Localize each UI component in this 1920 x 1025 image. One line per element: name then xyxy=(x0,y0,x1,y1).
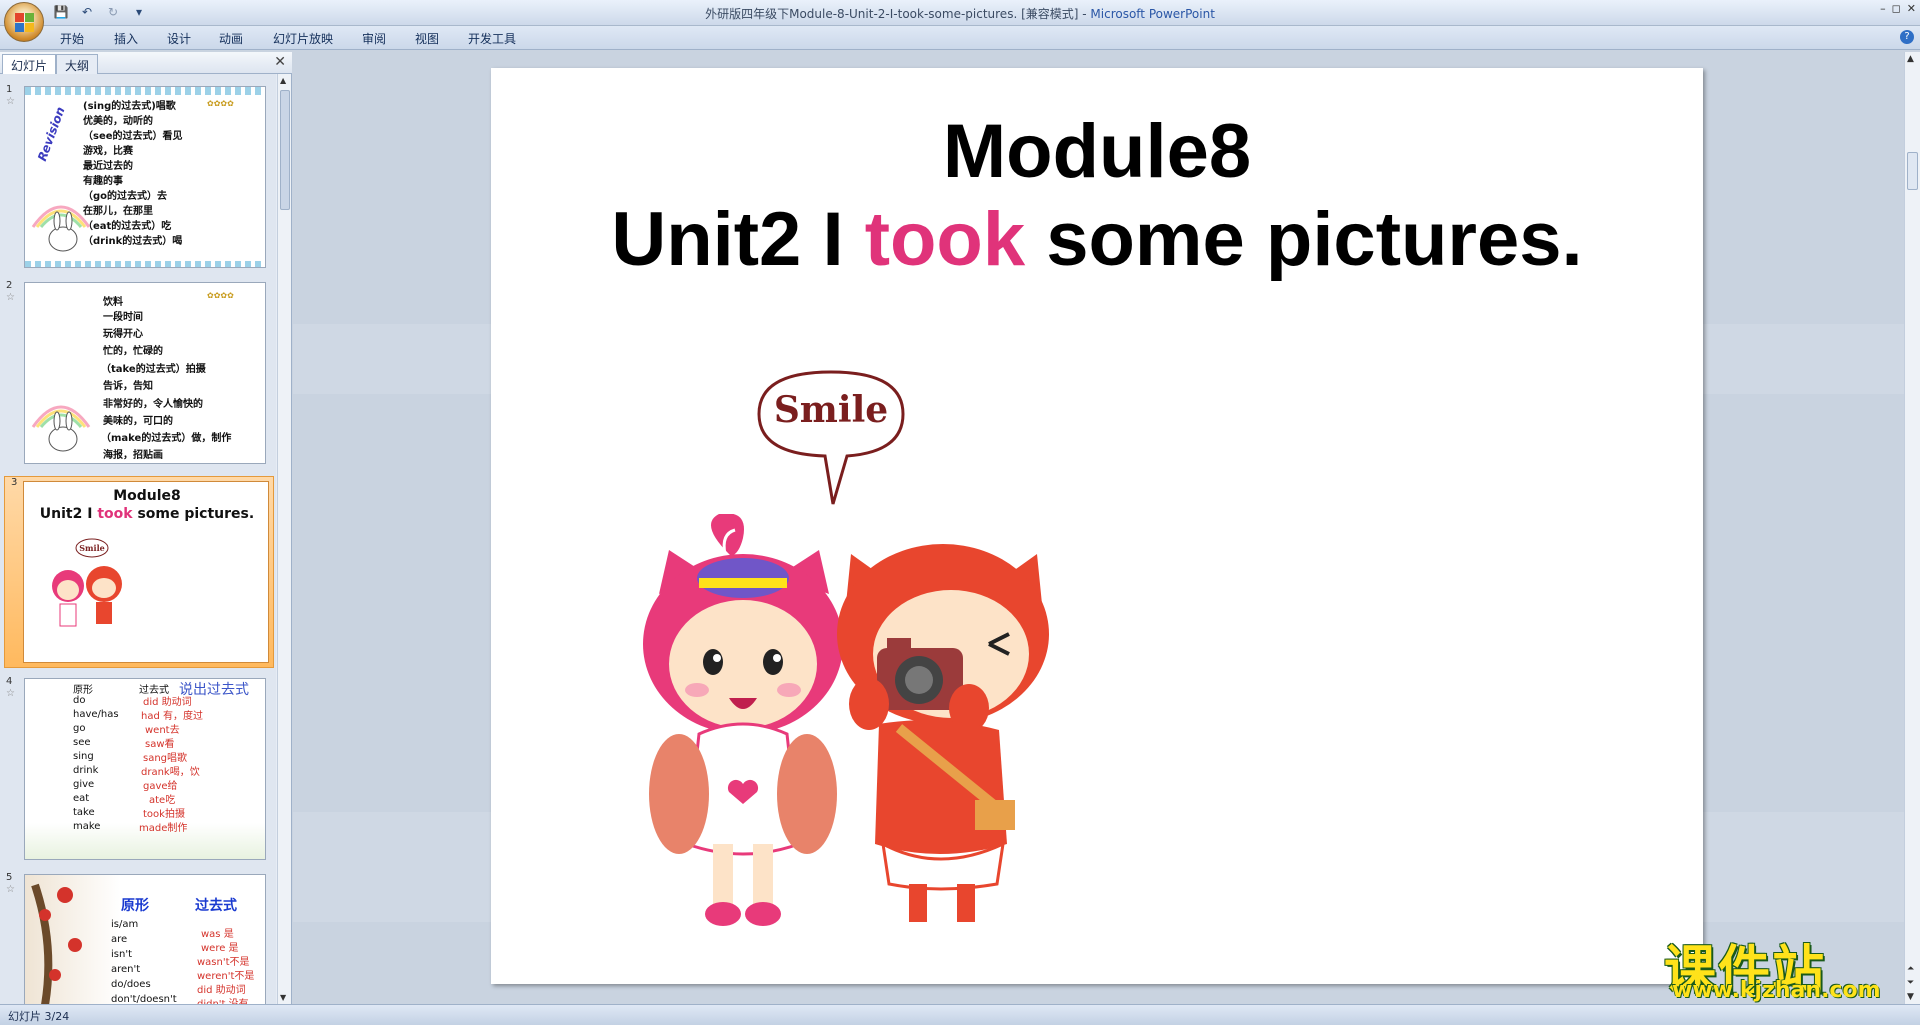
bubble-text: Smile xyxy=(774,389,888,431)
scroll-up-icon[interactable]: ▲ xyxy=(1907,54,1914,64)
window-title: 外研版四年级下Module-8-Unit-2-I-took-some-pictu… xyxy=(705,7,1215,21)
svg-text:Smile: Smile xyxy=(79,543,104,553)
scroll-down-icon[interactable]: ▼ xyxy=(1907,992,1914,1002)
rabbit-illustration-icon xyxy=(31,405,91,452)
tab-home[interactable]: 开始 xyxy=(60,30,84,47)
slide-counter: 幻灯片 3/24 xyxy=(8,1010,70,1023)
slide-2-preview: 饮料 一段时间 玩得开心 忙的，忙碌的 （take的过去式）拍摄 告诉，告知 非… xyxy=(24,282,266,464)
app-name: Microsoft PowerPoint xyxy=(1090,7,1215,21)
slide-thumbnail-4[interactable]: 4 ☆ 原形 过去式 说出过去式 do have/has go see sing… xyxy=(0,676,276,862)
office-logo-icon xyxy=(15,13,35,33)
slide-thumbnail-3[interactable]: 3 Module8 Unit2 I took some pictures. Sm… xyxy=(4,476,274,668)
tab-animations[interactable]: 动画 xyxy=(219,30,243,47)
panel-tabs: 幻灯片 大纲 ✕ xyxy=(0,52,292,74)
slide-3-preview: Module8 Unit2 I took some pictures. Smil… xyxy=(23,481,269,663)
star-icon: ☆ xyxy=(6,292,15,303)
tab-slideshow[interactable]: 幻灯片放映 xyxy=(273,30,333,47)
scroll-down-icon[interactable]: ▼ xyxy=(280,993,286,1002)
slide-subtitle[interactable]: Unit2 I took some pictures. xyxy=(491,196,1703,283)
editor-scrollbar[interactable]: ▲ ⏶ ⏷ ▼ xyxy=(1904,52,1920,1004)
slide-3-subtitle: Unit2 I took some pictures. xyxy=(39,506,255,522)
minimize-icon[interactable]: – xyxy=(1880,2,1886,15)
help-icon[interactable]: ? xyxy=(1900,30,1914,44)
highlight-took: took xyxy=(864,197,1026,282)
previous-slide-icon[interactable]: ⏶ xyxy=(1907,964,1914,974)
star-icon: ☆ xyxy=(6,884,15,895)
slide-5-preview: 原形 过去式 is/am are isn't aren't do/does do… xyxy=(24,874,266,1004)
tab-slides[interactable]: 幻灯片 xyxy=(2,54,57,74)
window-controls: – ◻ ✕ xyxy=(1880,2,1916,15)
title-bar: 💾 ↶ ↻ ▾ 外研版四年级下Module-8-Unit-2-I-took-so… xyxy=(0,0,1920,26)
thumbnails-scrollbar[interactable]: ▲ ▼ xyxy=(277,74,291,1004)
publisher-logo-icon: ✿✿✿✿ xyxy=(207,99,234,108)
scrollbar-thumb[interactable] xyxy=(1907,152,1918,190)
tab-review[interactable]: 审阅 xyxy=(362,30,386,47)
slide-thumbnail-2[interactable]: 2 ☆ 饮料 一段时间 玩得开心 忙的，忙碌的 （take的过去式）拍摄 告诉，… xyxy=(0,280,276,466)
tab-developer[interactable]: 开发工具 xyxy=(468,30,516,47)
close-icon[interactable]: ✕ xyxy=(1907,2,1916,15)
next-slide-icon[interactable]: ⏷ xyxy=(1907,978,1914,988)
ribbon-tabs: 开始 插入 设计 动画 幻灯片放映 审阅 视图 开发工具 ? xyxy=(0,26,1920,50)
tree-illustration-icon xyxy=(31,883,82,1004)
cats-illustration-icon: Smile xyxy=(52,538,122,627)
slide-4-preview: 原形 过去式 说出过去式 do have/has go see sing dri… xyxy=(24,678,266,860)
rabbit-illustration-icon xyxy=(31,205,91,252)
watermark: 课件站 www.kjzhan.com xyxy=(1664,928,1900,1004)
watermark-url: www.kjzhan.com xyxy=(1672,978,1881,1003)
cats-illustration-icon[interactable] xyxy=(639,514,1059,954)
red-cat-icon xyxy=(837,544,1049,922)
star-icon: ☆ xyxy=(6,96,15,107)
slide-1-preview: Revision (sing的过去式)唱歌 优美的，动听的 （see的过去式）看… xyxy=(24,86,266,268)
close-panel-icon[interactable]: ✕ xyxy=(274,54,286,70)
scroll-up-icon[interactable]: ▲ xyxy=(280,76,286,85)
star-icon: ☆ xyxy=(6,688,15,699)
pink-cat-icon xyxy=(643,514,843,926)
slide-title[interactable]: Module8 xyxy=(491,108,1703,195)
restore-icon[interactable]: ◻ xyxy=(1892,2,1901,15)
slide-thumbnail-5[interactable]: 5 ☆ 原形 过去式 is/am are isn't aren't do/doe… xyxy=(0,872,276,1004)
slides-panel: 幻灯片 大纲 ✕ 1 ☆ Revision (sing的过去式)唱歌 优美的，动… xyxy=(0,52,292,1004)
scrollbar-thumb[interactable] xyxy=(280,90,290,210)
speech-bubble-icon[interactable]: Smile xyxy=(749,364,929,534)
tab-design[interactable]: 设计 xyxy=(167,30,191,47)
tab-insert[interactable]: 插入 xyxy=(114,30,138,47)
slide-canvas[interactable]: Module8 Unit2 I took some pictures. Smil… xyxy=(491,68,1703,984)
slide-thumbnails[interactable]: 1 ☆ Revision (sing的过去式)唱歌 优美的，动听的 （see的过… xyxy=(0,74,276,1004)
tab-view[interactable]: 视图 xyxy=(415,30,439,47)
tab-outline[interactable]: 大纲 xyxy=(56,54,99,74)
office-button[interactable] xyxy=(4,2,44,42)
status-bar: 幻灯片 3/24 xyxy=(0,1004,1920,1025)
publisher-logo-icon: ✿✿✿✿ xyxy=(207,291,234,300)
slide-thumbnail-1[interactable]: 1 ☆ Revision (sing的过去式)唱歌 优美的，动听的 （see的过… xyxy=(0,84,276,270)
slide-editor[interactable]: Module8 Unit2 I took some pictures. Smil… xyxy=(293,52,1904,1004)
document-title: 外研版四年级下Module-8-Unit-2-I-took-some-pictu… xyxy=(705,7,1079,21)
